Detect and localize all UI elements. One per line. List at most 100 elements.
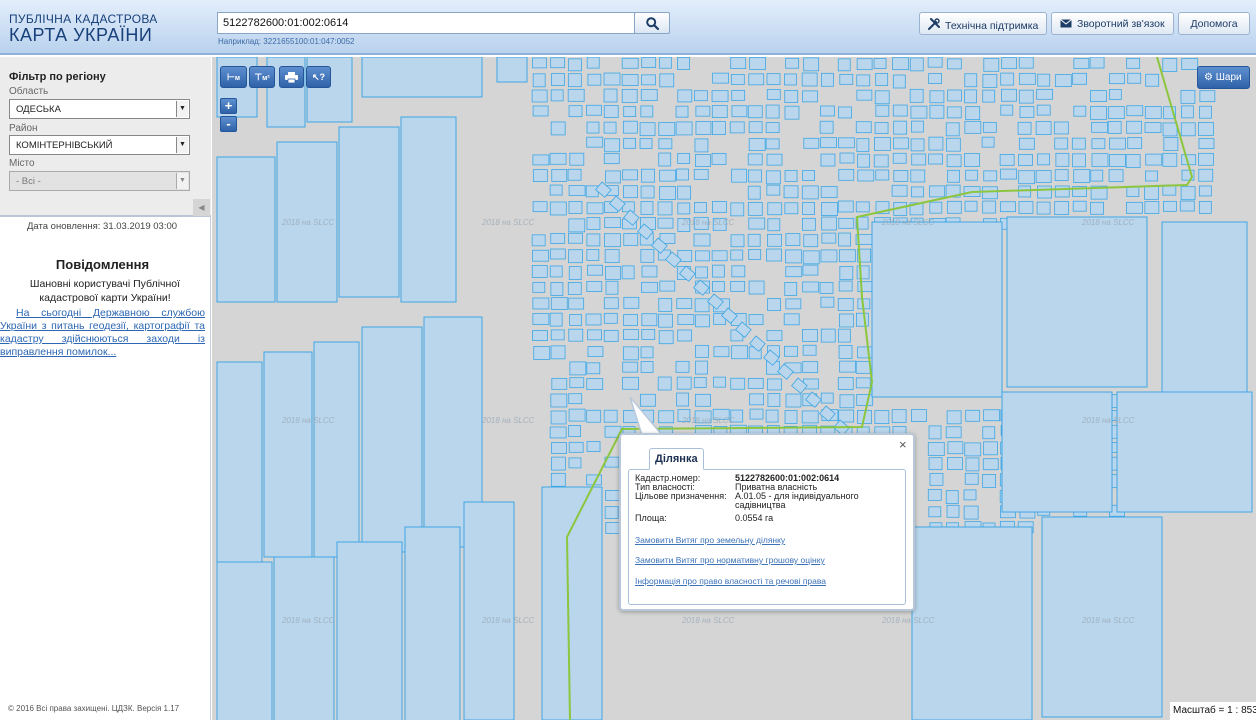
chevron-down-icon[interactable]: ▼ — [176, 173, 188, 189]
land-parcel — [1018, 89, 1034, 104]
land-parcel — [640, 248, 655, 263]
land-parcel — [1162, 58, 1178, 72]
land-parcel — [586, 57, 600, 69]
ownership-info-link[interactable]: Інформація про право власності та речові… — [635, 576, 826, 586]
land-parcel — [1037, 185, 1052, 199]
land-parcel — [749, 57, 766, 70]
land-parcel — [713, 376, 726, 388]
land-parcel — [892, 104, 908, 117]
land-parcel — [640, 89, 658, 101]
layers-button[interactable]: ⚙ Шари — [1197, 66, 1250, 89]
land-parcel — [695, 105, 711, 117]
watermark-text: 2018 на SLCC — [481, 616, 535, 625]
land-parcel — [784, 410, 798, 424]
help-button[interactable]: Допомога — [1178, 12, 1250, 35]
land-parcel — [1198, 200, 1212, 214]
land-parcel — [711, 264, 725, 278]
land-parcel — [621, 89, 638, 103]
land-parcel — [748, 169, 762, 183]
land-parcel — [641, 313, 658, 327]
measure-distance-button[interactable]: ⊢м — [220, 66, 247, 88]
misto-value: - Всі - — [16, 176, 41, 187]
land-parcel — [892, 74, 906, 89]
land-parcel — [945, 122, 960, 137]
land-parcel — [910, 169, 926, 183]
land-parcel — [802, 170, 815, 181]
collapse-sidebar-button[interactable]: ◀ — [193, 199, 210, 216]
land-parcel — [541, 486, 603, 720]
order-extract-parcel-link[interactable]: Замовити Витяг про земельну ділянку — [635, 535, 785, 545]
chevron-down-icon[interactable]: ▼ — [176, 137, 188, 153]
land-parcel — [1037, 153, 1051, 166]
land-parcel — [964, 89, 977, 104]
land-parcel — [927, 442, 945, 456]
land-parcel — [837, 298, 854, 311]
misto-select[interactable]: - Всі - ▼ — [9, 171, 190, 191]
land-parcel — [1145, 153, 1163, 166]
raion-select[interactable]: КОМІНТЕРНІВСЬКИЙ ▼ — [9, 135, 190, 155]
land-parcel — [839, 266, 854, 280]
print-button[interactable] — [279, 66, 304, 88]
land-parcel — [1054, 137, 1069, 150]
land-parcel — [928, 457, 943, 471]
order-extract-valuation-link[interactable]: Замовити Витяг про нормативну грошову оц… — [635, 555, 825, 565]
land-parcel — [603, 153, 620, 165]
watermark-text: 2018 на SLCC — [681, 218, 735, 227]
land-parcel — [623, 329, 639, 340]
land-parcel — [641, 74, 656, 86]
land-parcel — [982, 121, 997, 133]
land-parcel — [911, 153, 927, 166]
land-parcel — [911, 120, 924, 133]
land-parcel — [1035, 170, 1052, 183]
land-parcel — [1091, 153, 1109, 168]
land-parcel — [641, 57, 657, 68]
land-parcel — [873, 154, 889, 168]
land-parcel — [640, 185, 655, 199]
land-parcel — [273, 556, 335, 720]
oblast-select[interactable]: ОДЕСЬКА ▼ — [9, 99, 190, 119]
land-parcel — [569, 377, 585, 389]
measure-area-button[interactable]: ⊤м² — [249, 66, 275, 88]
land-parcel — [1126, 57, 1141, 69]
land-parcel — [1036, 104, 1051, 116]
land-parcel — [1180, 89, 1196, 104]
feedback-button[interactable]: Зворотний зв'язок — [1051, 12, 1174, 35]
land-parcel — [586, 104, 602, 116]
land-parcel — [1162, 122, 1178, 137]
search-button[interactable] — [634, 12, 670, 34]
cadastral-map[interactable]: 2018 на SLCC 2018 на SLCC 2018 на SLCC 2018… — [212, 57, 1256, 720]
chevron-down-icon[interactable]: ▼ — [176, 101, 188, 117]
land-parcel — [730, 280, 746, 292]
land-parcel — [891, 184, 908, 197]
land-parcel — [551, 456, 566, 471]
land-parcel — [694, 138, 709, 153]
land-parcel — [603, 72, 621, 86]
land-parcel — [982, 89, 996, 103]
land-parcel — [1090, 201, 1104, 215]
header-bar: ПУБЛІЧНА КАДАСТРОВА КАРТА УКРАЇНИ Наприк… — [0, 0, 1256, 55]
land-parcel — [874, 410, 890, 425]
tech-support-button[interactable]: Технічна підтримка — [919, 12, 1047, 35]
land-parcel — [801, 185, 819, 200]
land-parcel — [568, 425, 582, 437]
land-parcel — [1018, 137, 1035, 150]
land-parcel — [658, 138, 673, 150]
land-parcel — [532, 169, 548, 182]
tab-parcel[interactable]: Ділянка — [649, 448, 704, 470]
land-parcel — [657, 376, 672, 391]
filter-title: Фільтр по регіону — [9, 71, 106, 83]
close-icon[interactable]: × — [899, 437, 907, 452]
land-parcel — [748, 249, 762, 260]
zoom-in-button[interactable]: + — [220, 98, 237, 114]
cadastral-search-input[interactable] — [217, 12, 635, 34]
message-link[interactable]: На сьогодні Державною службою України з … — [0, 307, 205, 359]
land-parcel — [999, 153, 1015, 166]
zoom-out-button[interactable]: - — [220, 116, 237, 132]
field-label: Площа: — [635, 513, 667, 523]
site-logo[interactable]: ПУБЛІЧНА КАДАСТРОВА КАРТА УКРАЇНИ — [9, 13, 158, 45]
land-parcel — [641, 281, 658, 293]
land-parcel — [801, 217, 816, 231]
land-parcel — [640, 346, 654, 359]
map-canvas[interactable]: 2018 на SLCC 2018 на SLCC 2018 на SLCC 2018… — [212, 57, 1256, 720]
identify-button[interactable]: ↖? — [306, 66, 331, 88]
